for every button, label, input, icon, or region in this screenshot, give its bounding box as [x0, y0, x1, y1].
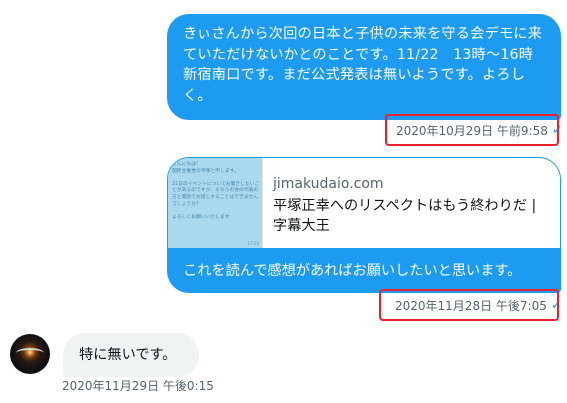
thumbnail-time: 17:28	[247, 241, 259, 246]
message-text: 特に無いです。	[79, 347, 177, 363]
link-title: 平塚正幸へのリスペクトはもう終わりだ | 字幕大王	[273, 198, 537, 234]
link-preview-card[interactable]: こんにちは! 国民主権党の平塚と申します。 21日のイベントについてお聞きしたい…	[167, 157, 561, 249]
message-timestamp: 2020年11月29日 午後0:15	[62, 377, 214, 394]
avatar-ring	[16, 348, 44, 358]
outgoing-message-bubble[interactable]: きぃさんから次回の日本と子供の未来を守る会デモに来ていただけないかとのことです。…	[167, 14, 561, 120]
red-highlight-box	[379, 289, 559, 321]
incoming-message-bubble[interactable]: 特に無いです。	[63, 333, 199, 377]
message-text: これを読んで感想があればお願いしたいと思います。	[183, 263, 522, 279]
avatar-eclipse-icon[interactable]	[10, 334, 50, 374]
link-thumbnail: こんにちは! 国民主権党の平塚と申します。 21日のイベントについてお聞きしたい…	[168, 158, 263, 248]
red-highlight-box	[385, 114, 559, 146]
message-text: きぃさんから次回の日本と子供の未来を守る会デモに来ていただけないかとのことです。…	[183, 26, 548, 104]
timestamp-text: 2020年11月29日 午後0:15	[62, 379, 214, 393]
link-domain: jimakudaio.com	[273, 176, 384, 192]
thumbnail-text: こんにちは! 国民主権党の平塚と申します。 21日のイベントについてお聞きしたい…	[172, 162, 260, 220]
outgoing-message-bubble[interactable]: これを読んで感想があればお願いしたいと思います。	[167, 249, 561, 293]
